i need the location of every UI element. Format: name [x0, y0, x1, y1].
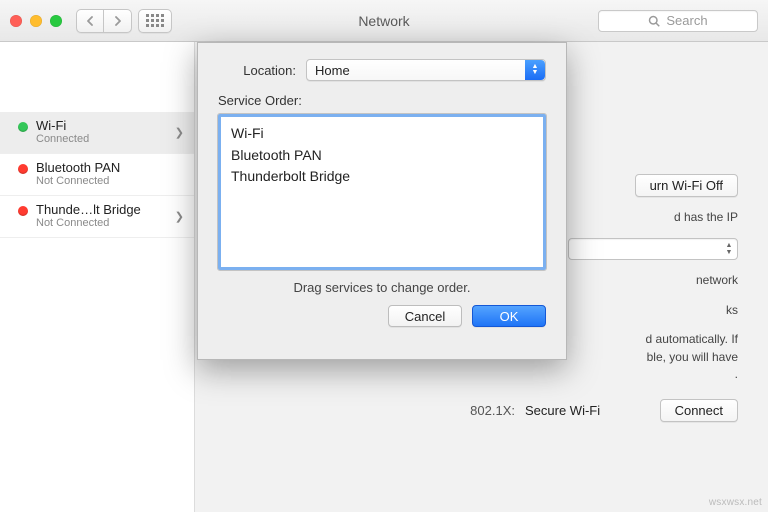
sheet-footer: Cancel OK	[218, 305, 546, 327]
search-placeholder: Search	[666, 13, 707, 28]
service-order-label: Service Order:	[218, 93, 546, 108]
location-label: Location:	[218, 63, 296, 78]
sidebar-item-label: Wi-Fi	[36, 118, 89, 133]
service-order-item[interactable]: Bluetooth PAN	[231, 145, 533, 167]
status-dot-icon	[18, 122, 28, 132]
wifi-detail-column: urn Wi-Fi Off d has the IP ▲▼ network ks…	[568, 174, 738, 383]
titlebar: Network Search	[0, 0, 768, 42]
auto-join-text-2: ble, you will have	[647, 350, 738, 364]
sidebar-item-label: Bluetooth PAN	[36, 160, 120, 175]
dot1x-row: 802.1X: Secure Wi-Fi Connect	[435, 399, 738, 422]
network-word: network	[568, 272, 738, 289]
toolbar	[76, 9, 172, 33]
close-window-button[interactable]	[10, 15, 22, 27]
location-select-value: Home	[307, 63, 525, 78]
window-controls	[10, 15, 62, 27]
auto-join-text-1: d automatically. If	[646, 332, 738, 346]
sidebar-item-status: Not Connected	[36, 175, 120, 187]
dot1x-value: Secure Wi-Fi	[525, 403, 650, 418]
sidebar-item-status: Connected	[36, 133, 89, 145]
location-select[interactable]: Home ▲▼	[306, 59, 546, 81]
service-order-item[interactable]: Thunderbolt Bridge	[231, 166, 533, 188]
status-dot-icon	[18, 206, 28, 216]
grid-icon	[146, 14, 164, 27]
service-order-item[interactable]: Wi-Fi	[231, 123, 533, 145]
chevron-icon: ❯	[175, 210, 184, 223]
service-order-sheet: Location: Home ▲▼ Service Order: Wi-Fi B…	[197, 42, 567, 360]
sidebar-item-thunderbolt-bridge[interactable]: Thunde…lt Bridge Not Connected ❯	[0, 196, 194, 238]
back-button[interactable]	[76, 9, 104, 33]
watermark: wsxwsx.net	[709, 497, 762, 508]
stepper-icon: ▲▼	[721, 242, 737, 256]
search-field[interactable]: Search	[598, 10, 758, 32]
sidebar-item-status: Not Connected	[36, 217, 141, 229]
cancel-button[interactable]: Cancel	[388, 305, 462, 327]
select-stepper-icon: ▲▼	[525, 60, 545, 80]
wifi-ip-text: d has the IP	[568, 209, 738, 226]
auto-join-text-3: .	[735, 367, 738, 381]
sidebar-item-wifi[interactable]: Wi-Fi Connected ❯	[0, 112, 194, 154]
service-sidebar: Wi-Fi Connected ❯ Bluetooth PAN Not Conn…	[0, 42, 195, 512]
show-all-prefs-button[interactable]	[138, 9, 172, 33]
chevron-icon: ❯	[175, 126, 184, 139]
status-dot-icon	[18, 164, 28, 174]
ks-fragment: ks	[568, 302, 738, 319]
location-row: Location: Home ▲▼	[218, 59, 546, 81]
minimize-window-button[interactable]	[30, 15, 42, 27]
turn-wifi-off-button[interactable]: urn Wi-Fi Off	[635, 174, 738, 197]
service-order-list[interactable]: Wi-Fi Bluetooth PAN Thunderbolt Bridge	[218, 114, 546, 270]
zoom-window-button[interactable]	[50, 15, 62, 27]
sidebar-item-label: Thunde…lt Bridge	[36, 202, 141, 217]
search-icon	[648, 15, 660, 27]
forward-button[interactable]	[104, 9, 132, 33]
ok-button[interactable]: OK	[472, 305, 546, 327]
sidebar-item-bluetooth-pan[interactable]: Bluetooth PAN Not Connected	[0, 154, 194, 196]
connect-button[interactable]: Connect	[660, 399, 738, 422]
nav-back-forward	[76, 9, 132, 33]
dot1x-label: 802.1X:	[435, 403, 515, 418]
network-name-select[interactable]: ▲▼	[568, 238, 738, 260]
service-order-hint: Drag services to change order.	[218, 280, 546, 295]
